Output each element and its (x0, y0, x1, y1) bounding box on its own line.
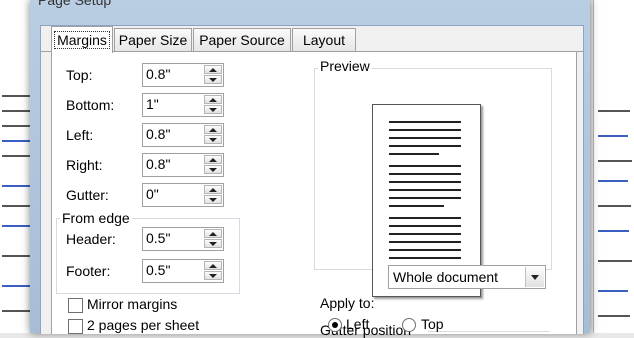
spin-down-icon[interactable] (204, 195, 222, 204)
header-label: Header: (66, 231, 116, 247)
spin-down-icon[interactable] (204, 239, 222, 248)
spin-up-icon[interactable] (204, 125, 222, 134)
footer-value: 0.5" (146, 262, 171, 278)
bottom-margin-spinner[interactable]: 1" (142, 93, 224, 117)
footer-spinner[interactable]: 0.5" (142, 259, 224, 283)
spin-up-icon[interactable] (204, 229, 222, 238)
spin-down-icon[interactable] (204, 271, 222, 280)
gutter-top-label: Top (421, 316, 444, 332)
from-edge-title: From edge (60, 210, 132, 226)
preview-title: Preview (318, 58, 372, 74)
mirror-margins-label: Mirror margins (87, 296, 178, 312)
gutter-position-separator (428, 331, 550, 332)
gutter-left-label: Left (346, 316, 370, 332)
gutter-left-radio[interactable] (328, 318, 342, 332)
spin-up-icon[interactable] (204, 185, 222, 194)
left-margin-spinner[interactable]: 0.8" (142, 123, 224, 147)
dialog-title: Page Setup (38, 0, 112, 8)
header-value: 0.5" (146, 230, 171, 246)
spin-up-icon[interactable] (204, 155, 222, 164)
bottom-margin-value: 1" (146, 96, 159, 112)
gutter-value: 0" (146, 186, 159, 202)
two-pages-checkbox[interactable] (68, 319, 83, 334)
gutter-spinner[interactable]: 0" (142, 183, 224, 207)
spin-down-icon[interactable] (204, 75, 222, 84)
right-margin-value: 0.8" (146, 156, 171, 172)
tab-margins[interactable]: Margins (51, 26, 113, 53)
top-margin-value: 0.8" (146, 66, 171, 82)
left-margin-value: 0.8" (146, 126, 171, 142)
tab-layout[interactable]: Layout (292, 28, 356, 51)
apply-to-label: Apply to: (320, 295, 375, 311)
apply-to-value: Whole document (393, 269, 499, 285)
mirror-margins-checkbox[interactable] (68, 298, 83, 313)
two-pages-label: 2 pages per sheet (87, 317, 200, 333)
spin-down-icon[interactable] (204, 135, 222, 144)
apply-to-select[interactable]: Whole document (388, 265, 546, 289)
chevron-down-icon[interactable] (525, 267, 544, 287)
spin-up-icon[interactable] (204, 65, 222, 74)
top-margin-spinner[interactable]: 0.8" (142, 63, 224, 87)
footer-label: Footer: (66, 263, 111, 279)
spin-down-icon[interactable] (204, 105, 222, 114)
tab-paper-size[interactable]: Paper Size (114, 28, 192, 51)
right-margin-label: Right: (66, 157, 103, 173)
bottom-margin-label: Bottom: (66, 97, 115, 113)
gutter-top-radio[interactable] (402, 318, 416, 332)
right-margin-spinner[interactable]: 0.8" (142, 153, 224, 177)
spin-up-icon[interactable] (204, 261, 222, 270)
spin-down-icon[interactable] (204, 165, 222, 174)
background-document-right (593, 0, 634, 333)
header-spinner[interactable]: 0.5" (142, 227, 224, 251)
spin-up-icon[interactable] (204, 95, 222, 104)
top-margin-label: Top: (66, 67, 93, 83)
left-margin-label: Left: (66, 127, 94, 143)
tab-paper-source[interactable]: Paper Source (193, 28, 291, 51)
margins-tab-page: Top: 0.8" Bottom: 1" Left: 0.8" Right: 0… (51, 52, 577, 338)
gutter-label: Gutter: (66, 187, 109, 203)
